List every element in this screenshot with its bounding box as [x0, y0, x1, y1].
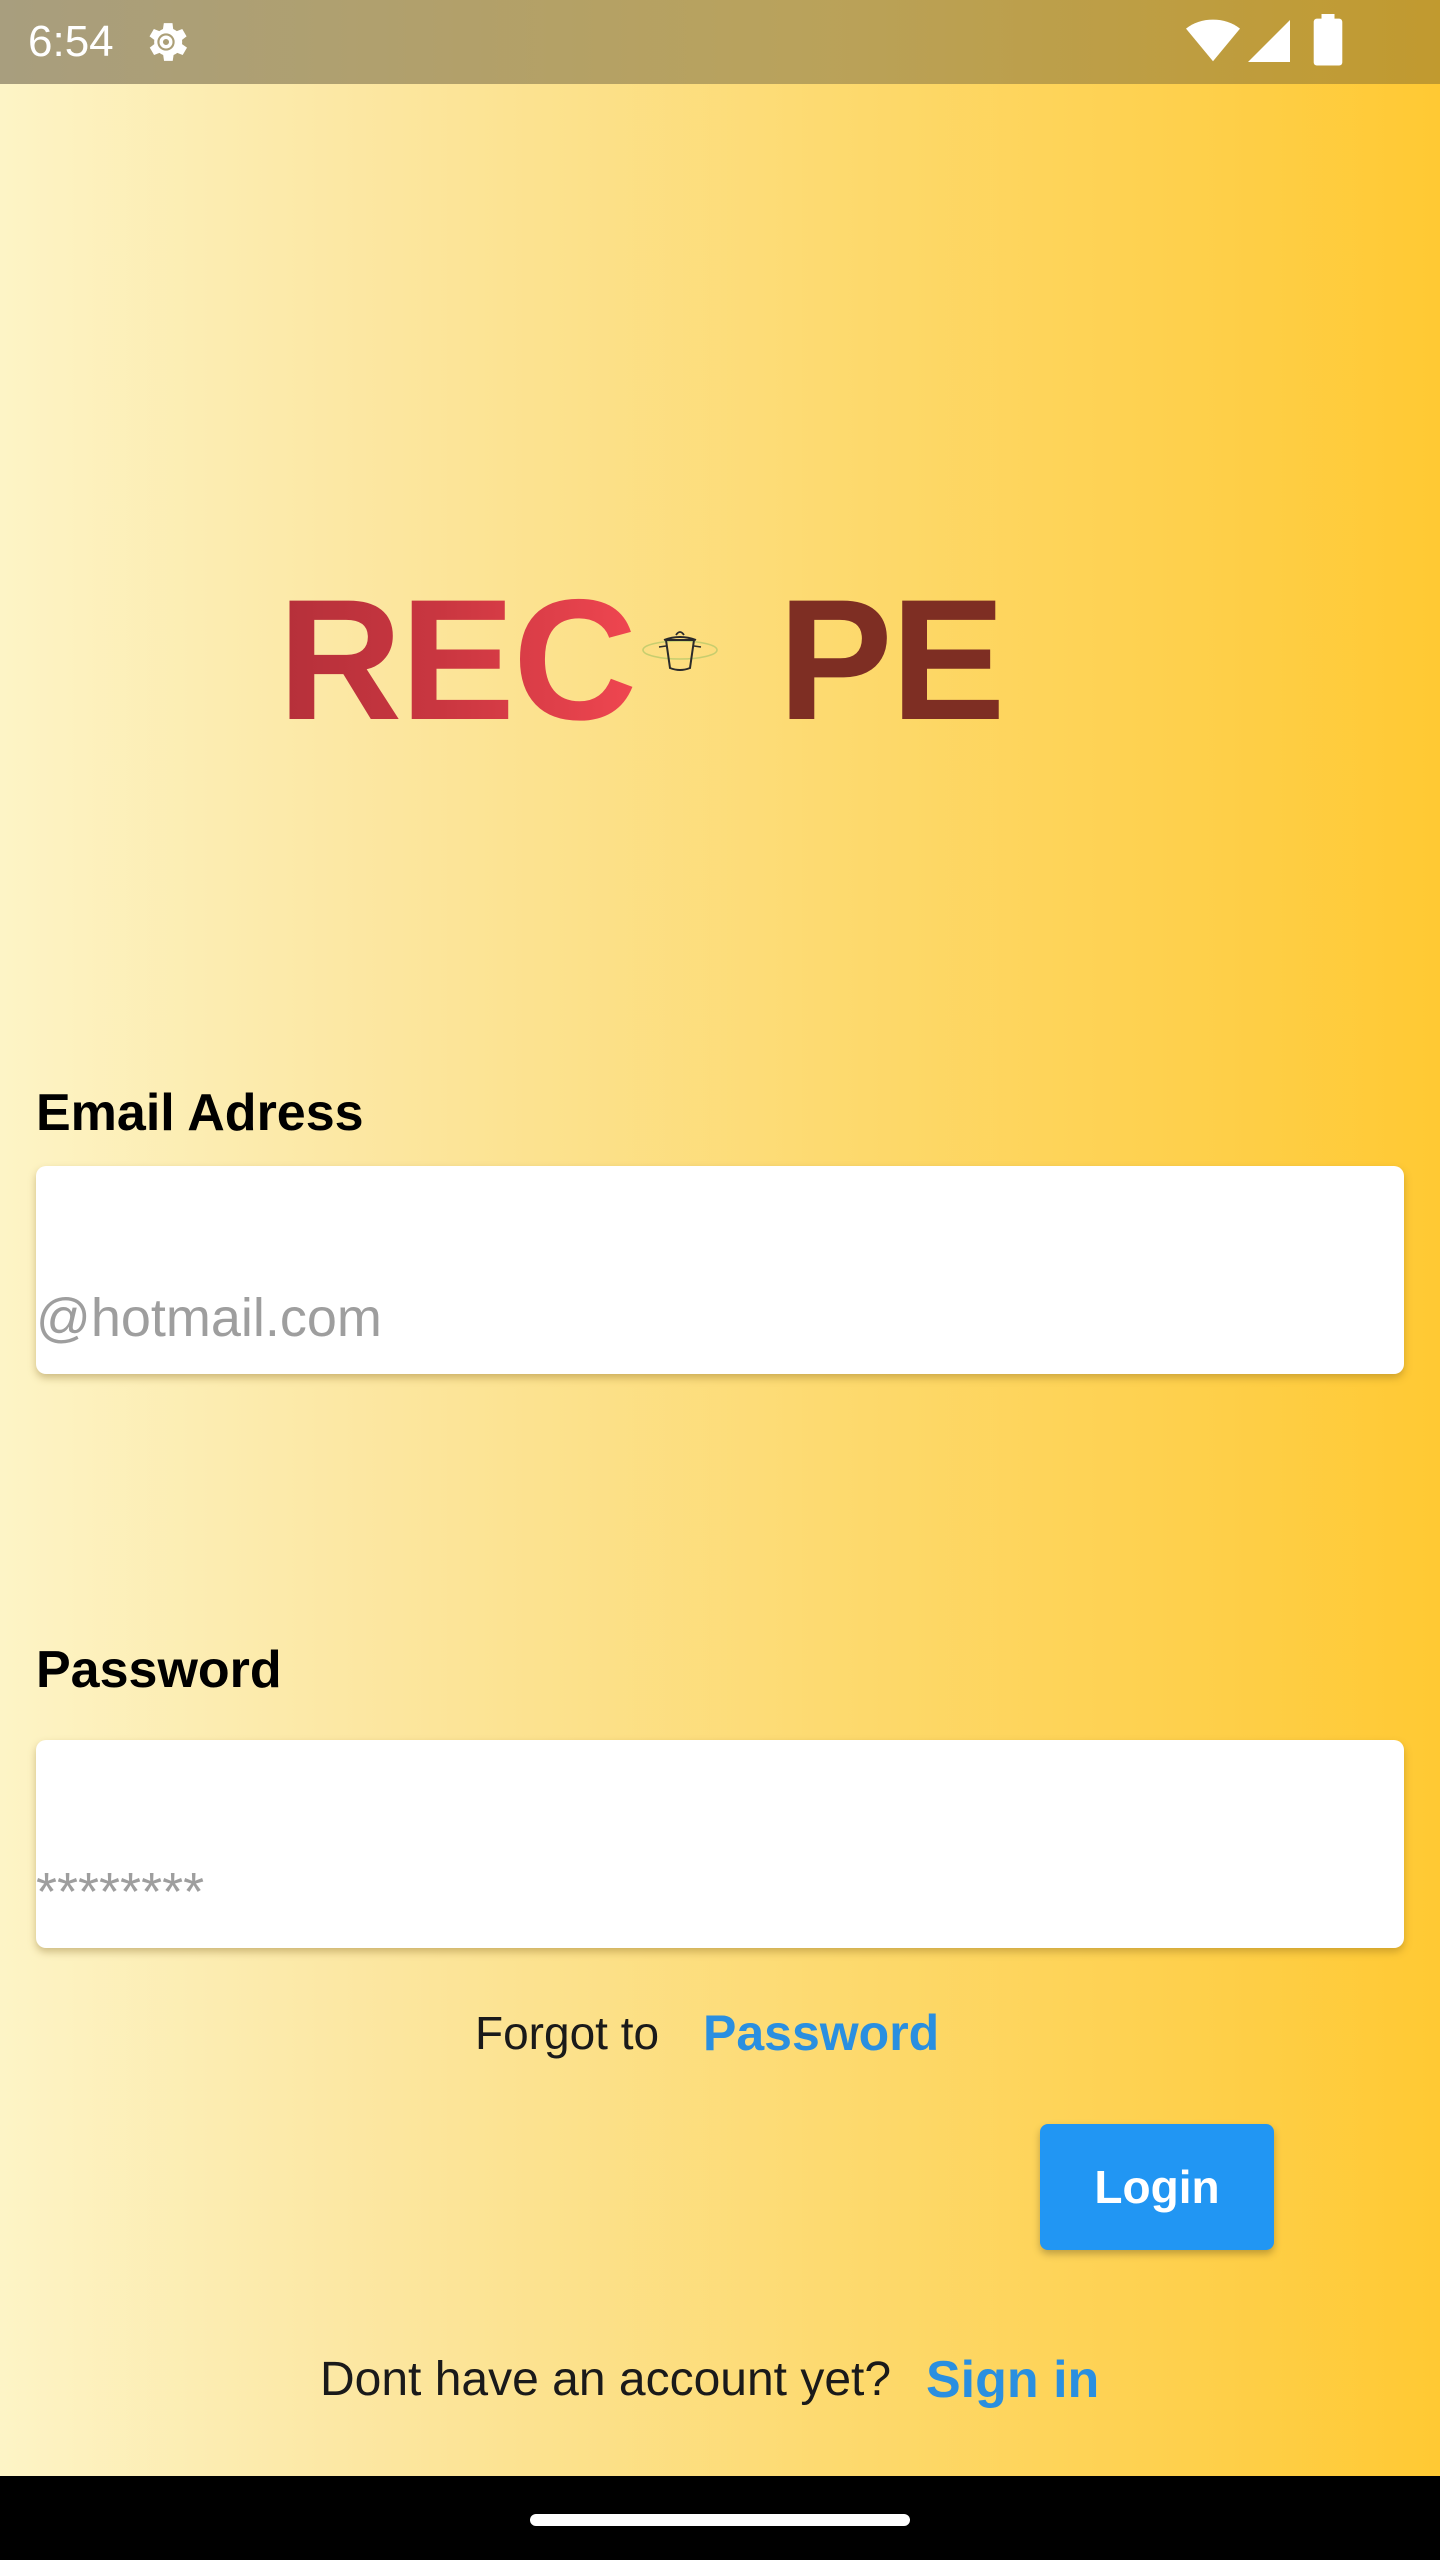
status-time: 6:54	[28, 17, 114, 66]
password-field-container	[36, 1740, 1404, 1948]
settings-icon	[149, 23, 188, 61]
wifi-icon	[1186, 19, 1240, 62]
signal-icon	[1248, 20, 1290, 62]
login-button[interactable]: Login	[1040, 2124, 1274, 2250]
login-screen: 6:54 REC PE Email Adress Passwo	[0, 0, 1440, 2560]
status-bar: 6:54	[0, 0, 1440, 84]
email-field-container	[36, 1166, 1404, 1374]
forgot-password-row: Forgot to Password	[0, 2003, 1440, 2063]
cooking-pot-icon	[642, 631, 718, 671]
logo-text-left: REC	[278, 564, 637, 756]
home-gesture-handle[interactable]	[530, 2514, 910, 2526]
app-logo: REC PE	[278, 570, 1018, 750]
forgot-password-link[interactable]: Password	[703, 2003, 939, 2063]
password-field[interactable]	[36, 1740, 1404, 1948]
email-field[interactable]	[36, 1166, 1404, 1374]
navigation-bar	[0, 2476, 1440, 2560]
password-label: Password	[36, 1641, 282, 1699]
battery-icon	[1313, 14, 1343, 66]
email-label: Email Adress	[36, 1084, 364, 1142]
signup-prompt-row: Dont have an account yet? Sign in	[0, 2350, 1440, 2410]
sign-in-link[interactable]: Sign in	[926, 2350, 1099, 2410]
signup-prompt-text: Dont have an account yet?	[320, 2353, 892, 2406]
logo-text-right: PE	[778, 564, 1005, 756]
forgot-text: Forgot to	[475, 2007, 660, 2059]
